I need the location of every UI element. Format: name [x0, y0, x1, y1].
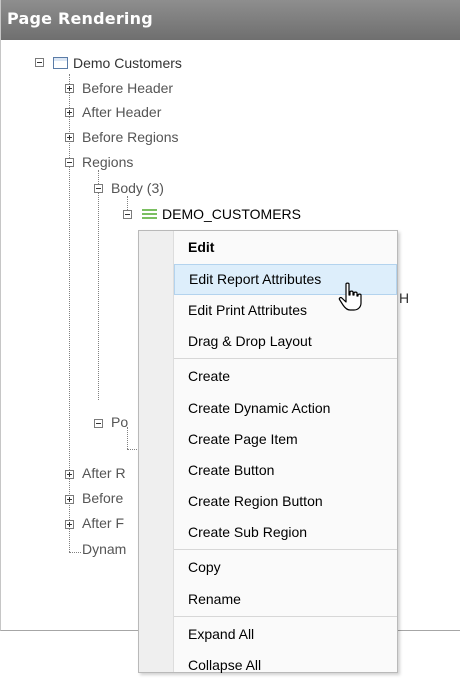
tree-node-demo-customers[interactable]: Demo Customers: [73, 55, 182, 71]
tree-node-before-partial[interactable]: Before: [82, 490, 123, 506]
tree-node-post-partial[interactable]: Po: [111, 414, 128, 430]
collapse-toggle-icon[interactable]: [94, 184, 103, 193]
hand-pointer-icon: [338, 282, 362, 311]
collapse-toggle-icon[interactable]: [123, 210, 132, 219]
menu-item-expand-all[interactable]: Expand All: [174, 619, 397, 650]
tree-node-after-r-partial[interactable]: After R: [82, 465, 126, 481]
expand-toggle-icon[interactable]: [65, 520, 74, 529]
menu-item-rename[interactable]: Rename: [174, 584, 397, 615]
menu-item-create-dynamic-action[interactable]: Create Dynamic Action: [174, 393, 397, 424]
tree-connector: [98, 170, 99, 400]
expand-toggle-icon[interactable]: [65, 495, 74, 504]
tree-connector: [69, 74, 70, 552]
tree-node-before-header[interactable]: Before Header: [82, 80, 173, 96]
expand-toggle-icon[interactable]: [65, 108, 74, 117]
tree-node-demo-customers-region[interactable]: DEMO_CUSTOMERS: [162, 206, 301, 222]
panel-title: Page Rendering: [7, 9, 153, 28]
menu-item-create-region-button[interactable]: Create Region Button: [174, 486, 397, 517]
tree-node-regions[interactable]: Regions: [82, 154, 133, 170]
menu-separator: [174, 549, 397, 550]
menu-item-create[interactable]: Create: [174, 361, 397, 392]
menu-item-create-page-item[interactable]: Create Page Item: [174, 424, 397, 455]
expand-toggle-icon[interactable]: [65, 84, 74, 93]
menu-separator: [174, 358, 397, 359]
menu-separator: [174, 616, 397, 617]
tree-node-after-header[interactable]: After Header: [82, 104, 161, 120]
tree-node-before-regions[interactable]: Before Regions: [82, 129, 179, 145]
menu-item-collapse-all[interactable]: Collapse All: [174, 650, 397, 681]
collapse-toggle-icon[interactable]: [65, 158, 74, 167]
tree-node-after-f-partial[interactable]: After F: [82, 515, 124, 531]
region-icon: [142, 209, 157, 219]
menu-item-create-sub-region[interactable]: Create Sub Region: [174, 517, 397, 548]
menu-item-create-button[interactable]: Create Button: [174, 455, 397, 486]
menu-item-copy[interactable]: Copy: [174, 552, 397, 583]
collapse-toggle-icon[interactable]: [94, 419, 103, 428]
menu-item-drag-drop-layout[interactable]: Drag & Drop Layout: [174, 326, 397, 357]
obscured-label-fragment: H: [399, 290, 410, 306]
tree-node-dynam-partial[interactable]: Dynam: [82, 541, 126, 557]
menu-icon-gutter: [139, 231, 174, 672]
expand-toggle-icon[interactable]: [65, 470, 74, 479]
tree-node-body[interactable]: Body (3): [111, 180, 164, 196]
panel-header: Page Rendering: [1, 0, 460, 40]
expand-toggle-icon[interactable]: [65, 133, 74, 142]
tree-connector: [69, 552, 81, 553]
tree-connector: [127, 427, 128, 449]
collapse-toggle-icon[interactable]: [35, 58, 44, 67]
menu-item-edit[interactable]: Edit: [174, 232, 397, 263]
page-icon: [53, 57, 68, 69]
